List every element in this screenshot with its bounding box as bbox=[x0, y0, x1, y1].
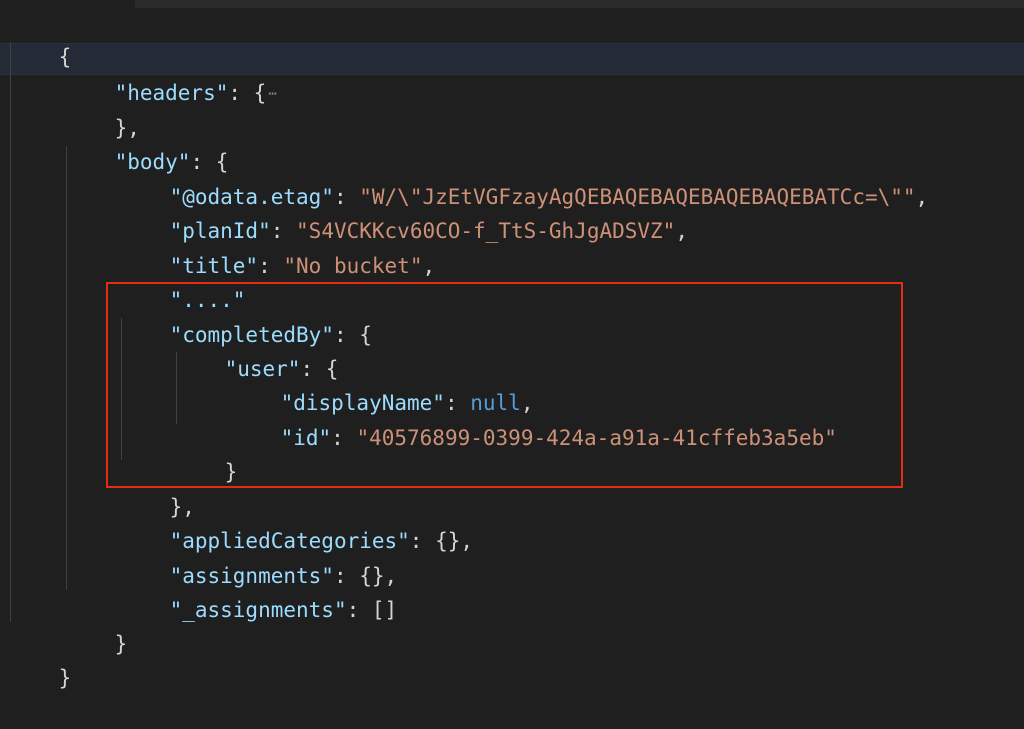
code-line: } bbox=[58, 666, 72, 690]
code-line-etag: "@odata.etag": "W/\"JzEtVGFzayAgQEBAQEBA… bbox=[169, 185, 929, 209]
code-line-headers: "headers": {⋯ bbox=[64, 42, 277, 105]
indent-guide bbox=[10, 42, 11, 622]
code-line-underscore-assignments: "_assignments": [] bbox=[169, 598, 398, 622]
editor-top-bar bbox=[135, 0, 1024, 8]
code-line-body: "body": { bbox=[114, 150, 229, 174]
folded-ellipsis-icon[interactable]: ⋯ bbox=[268, 77, 277, 111]
code-line-title: "title": "No bucket", bbox=[169, 254, 436, 278]
code-line-appliedcategories: "appliedCategories": {}, bbox=[169, 529, 474, 553]
code-line: { bbox=[58, 45, 72, 69]
code-line: }, bbox=[114, 116, 140, 140]
annotation-highlight-box bbox=[106, 282, 903, 488]
code-line: } bbox=[114, 632, 128, 656]
code-line-assignments: "assignments": {}, bbox=[169, 564, 398, 588]
code-line-planid: "planId": "S4VCKKcv60CO-f_TtS-GhJgADSVZ"… bbox=[169, 219, 688, 243]
code-line-ellipsis: "...." bbox=[169, 288, 246, 312]
